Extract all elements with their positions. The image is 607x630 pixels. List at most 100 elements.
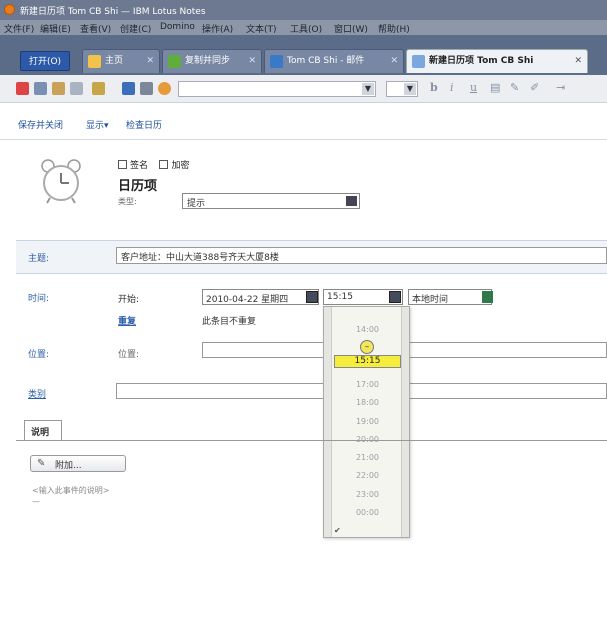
tab-description[interactable]: 说明 — [24, 420, 62, 440]
type-label: 类型: — [118, 197, 137, 206]
alarm-clock-icon — [41, 159, 81, 204]
emoticon-icon[interactable] — [158, 82, 171, 95]
time-dropdown[interactable]: 14:00 – 15:15 17:00 18:00 19:00 20:00 21… — [323, 306, 410, 538]
calendar-picker-icon[interactable] — [306, 291, 318, 303]
description-dash: — — [32, 497, 40, 506]
menu-bar: 文件(F) 编辑(E) 查看(V) 创建(C) Domino 操作(A) 文本(… — [0, 20, 607, 35]
menu-domino[interactable]: Domino — [160, 22, 195, 32]
window-title-bar: 新建日历项 Tom CB Shi — IBM Lotus Notes — [0, 0, 607, 20]
highlight-icon[interactable]: ▤ — [490, 81, 500, 94]
chevron-down-icon: ▼ — [362, 83, 374, 95]
attach-label: 附加... — [55, 461, 82, 471]
tab-home-label: 主页 — [105, 56, 124, 66]
format-icon[interactable] — [70, 82, 83, 95]
menu-window[interactable]: 窗口(W) — [334, 22, 368, 35]
attach-button[interactable]: ✎ 附加... — [30, 455, 126, 472]
menu-tools[interactable]: 工具(O) — [290, 22, 322, 35]
tab-divider — [16, 440, 607, 441]
close-icon[interactable]: ✕ — [146, 50, 154, 72]
size-select[interactable]: ▼ — [386, 81, 418, 97]
paperclip-icon: ✎ — [37, 458, 46, 469]
time-option[interactable]: 22:00 — [332, 471, 403, 480]
home-icon — [88, 55, 101, 68]
tab-replication[interactable]: 复制并同步 ✕ — [162, 49, 262, 73]
window-title: 新建日历项 Tom CB Shi — IBM Lotus Notes — [20, 7, 206, 17]
tab-home[interactable]: 主页 ✕ — [82, 49, 160, 73]
toolbar: ▼ ▼ b i u ▤ ✎ ✐ ⇥ — [0, 75, 607, 103]
lotus-notes-icon — [4, 4, 15, 15]
encrypt-label: 加密 — [171, 161, 190, 171]
check-calendar-button[interactable]: 检查日历 — [126, 118, 162, 131]
menu-help[interactable]: 帮助(H) — [378, 22, 410, 35]
text-color-icon[interactable]: ✎ — [510, 81, 519, 94]
type-value: 提示 — [187, 199, 206, 209]
tab-calendar-label: 新建日历项 Tom CB Shi — [429, 56, 534, 66]
action-bar: 保存并关闭 显示▾ 检查日历 — [0, 104, 607, 140]
menu-create[interactable]: 创建(C) — [120, 22, 151, 35]
paste-icon[interactable] — [52, 82, 65, 95]
underline-icon[interactable]: u — [470, 81, 477, 94]
time-option[interactable]: 18:00 — [332, 398, 403, 407]
save-and-close-button[interactable]: 保存并关闭 — [18, 118, 63, 131]
subject-label: 主题: — [28, 254, 50, 264]
menu-view[interactable]: 查看(V) — [80, 22, 111, 35]
calendar-icon — [412, 55, 425, 68]
timezone-select[interactable]: 本地时间 — [408, 289, 492, 305]
time-option[interactable]: 17:00 — [332, 380, 403, 389]
time-option[interactable]: 21:00 — [332, 453, 403, 462]
category-link[interactable]: 类别 — [28, 387, 46, 400]
close-icon[interactable]: ✕ — [390, 50, 398, 72]
tab-mail[interactable]: Tom CB Shi - 邮件 ✕ — [264, 49, 404, 73]
type-select[interactable]: 提示 — [182, 193, 360, 209]
time-option[interactable]: 23:00 — [332, 490, 403, 499]
chevron-down-icon — [346, 196, 357, 206]
time-label: 时间: — [28, 294, 50, 304]
start-date-input[interactable]: 2010-04-22 星期四 — [202, 289, 319, 305]
style-select[interactable]: ▼ — [178, 81, 376, 97]
page-title: 日历项 — [118, 179, 158, 194]
time-option[interactable]: 19:00 — [332, 417, 403, 426]
menu-text[interactable]: 文本(T) — [246, 22, 277, 35]
replication-icon — [168, 55, 181, 68]
tab-mail-label: Tom CB Shi - 邮件 — [287, 56, 365, 66]
signature-encrypt-row: 签名 加密 — [118, 158, 189, 171]
mail-icon — [270, 55, 283, 68]
time-option[interactable]: 14:00 — [332, 325, 403, 334]
description-placeholder[interactable]: <输入此事件的说明> — [32, 485, 109, 496]
menu-edit[interactable]: 编辑(E) — [40, 22, 71, 35]
start-label: 开始: — [118, 295, 140, 305]
cut-icon[interactable] — [16, 82, 29, 95]
sign-checkbox[interactable] — [118, 160, 127, 169]
copy-icon[interactable] — [34, 82, 47, 95]
menu-file[interactable]: 文件(F) — [4, 22, 34, 35]
dropdown-scroll-left — [324, 307, 332, 537]
save-icon[interactable] — [122, 82, 135, 95]
time-slider-knob[interactable]: – — [360, 340, 374, 354]
tab-replication-label: 复制并同步 — [185, 56, 231, 66]
close-icon[interactable]: ✕ — [248, 50, 256, 72]
repeat-link[interactable]: 重复 — [118, 314, 136, 327]
location-label: 位置: — [28, 350, 50, 360]
chevron-down-icon[interactable] — [482, 291, 493, 303]
print-icon[interactable] — [140, 82, 153, 95]
bold-icon[interactable]: b — [430, 81, 438, 94]
repeat-text: 此条目不重复 — [202, 317, 257, 327]
checkmark-icon[interactable]: ✔ — [334, 526, 341, 535]
subject-input[interactable]: 客户地址：中山大道388号齐天大厦8楼 — [116, 247, 607, 264]
undo-icon[interactable] — [92, 82, 105, 95]
italic-icon[interactable]: i — [450, 81, 454, 94]
time-option-selected[interactable]: 15:15 — [334, 355, 401, 368]
indent-icon[interactable]: ⇥ — [556, 81, 565, 94]
open-button[interactable]: 打开(O) — [20, 51, 70, 71]
clock-picker-icon[interactable] — [389, 291, 401, 303]
chevron-down-icon: ▼ — [404, 83, 416, 95]
pen-icon[interactable]: ✐ — [530, 81, 539, 94]
sign-label: 签名 — [130, 161, 149, 171]
tab-new-calendar-entry[interactable]: 新建日历项 Tom CB Shi ✕ — [406, 49, 588, 73]
display-menu-button[interactable]: 显示▾ — [86, 118, 109, 131]
encrypt-checkbox[interactable] — [159, 160, 169, 169]
location-sub-label: 位置: — [118, 350, 140, 360]
menu-actions[interactable]: 操作(A) — [202, 22, 233, 35]
time-option[interactable]: 00:00 — [332, 508, 403, 517]
close-icon[interactable]: ✕ — [574, 50, 582, 72]
